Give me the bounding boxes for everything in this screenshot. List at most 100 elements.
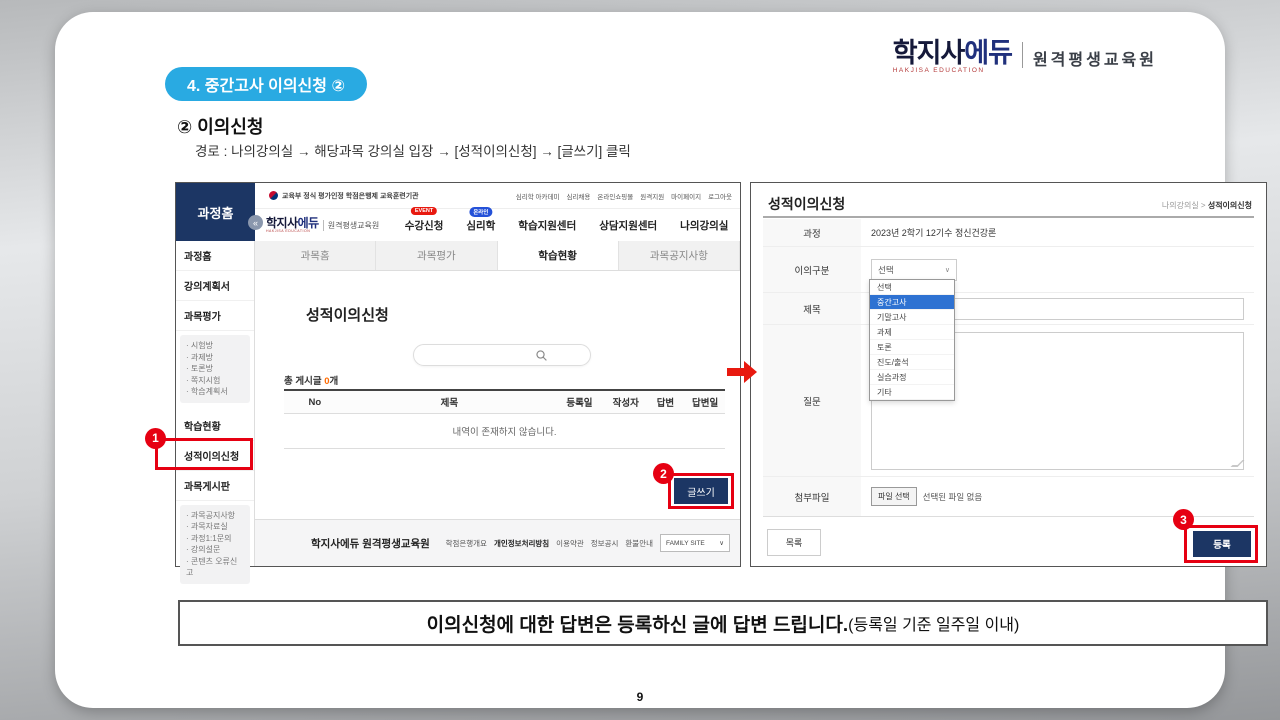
screenshot-board-list: 교육부 정식 평가인정 학점은행제 교육훈련기관 심리학 아카데미 심리채용 온…: [175, 182, 741, 567]
nav-item-learning-center[interactable]: 학습지원센터: [518, 218, 576, 233]
sidebar-sub-assignment[interactable]: · 과제방: [186, 352, 244, 364]
write-button[interactable]: 글쓰기: [674, 478, 728, 504]
breadcrumb: 나의강의실 > 성적이의신청: [1162, 200, 1252, 211]
empty-row: 내역이 존재하지 않습니다.: [284, 414, 725, 449]
resize-handle-icon[interactable]: [1231, 460, 1245, 467]
form-divider: [763, 216, 1254, 218]
footer-link-terms[interactable]: 이용약관: [556, 538, 584, 549]
option-etc[interactable]: 기타: [870, 385, 954, 400]
slide-card: 학지사에듀 HAKJISA EDUCATION 원격평생교육원 4. 중간고사 …: [55, 12, 1225, 708]
nav-item-my-classroom[interactable]: 나의강의실: [680, 218, 728, 233]
option-practice[interactable]: 실습과정: [870, 370, 954, 385]
sidebar-sub-content-error[interactable]: · 콘텐츠 오류신고: [186, 556, 244, 579]
col-writer: 작성자: [606, 395, 646, 409]
sidebar-sub-one-to-one[interactable]: · 과정1:1문의: [186, 533, 244, 545]
gov-emblem-icon: [269, 191, 278, 200]
answer-note-bold: 이의신청에 대한 답변은 등록하신 글에 답변 드립니다.: [427, 610, 849, 637]
gov-certification: 교육부 정식 평가인정 학점은행제 교육훈련기관: [269, 191, 419, 201]
footer-link-privacy[interactable]: 개인정보처리방침: [494, 538, 549, 549]
col-answer-date: 답변일: [685, 395, 725, 409]
nav-item-enroll[interactable]: EVENT수강신청: [405, 218, 444, 233]
slide-heading: ② 이의신청: [177, 113, 263, 139]
site-footer: 학지사에듀 원격평생교육원 학점은행개요 개인정보처리방침 이용약관 정보공시 …: [255, 519, 740, 566]
option-final[interactable]: 기말고사: [870, 310, 954, 325]
sidebar-sub-course-notice[interactable]: · 과목공지사항: [186, 510, 244, 522]
label-attachment: 첨부파일: [763, 477, 861, 516]
category-select[interactable]: 선택 ∨: [871, 259, 957, 281]
course-home-header[interactable]: 과정홈: [176, 183, 255, 241]
footer-link-credit-bank[interactable]: 학점은행개요: [446, 538, 487, 549]
sidebar-section-board[interactable]: 과목게시판: [176, 471, 254, 501]
sidebar-sub-quiz[interactable]: · 쪽지시험: [186, 375, 244, 387]
util-link-remote[interactable]: 원격지원: [640, 191, 664, 201]
sidebar-section-evaluation[interactable]: 과목평가: [176, 301, 254, 331]
form-row-course: 과정 2023년 2학기 12기수 정신건강론: [763, 219, 1254, 247]
util-link-mypage[interactable]: 마이페이지: [671, 191, 701, 201]
label-question: 질문: [763, 325, 861, 476]
screenshot-appeal-form: 성적이의신청 나의강의실 > 성적이의신청 과정 2023년 2학기 12기수 …: [750, 182, 1267, 567]
category-dropdown: 선택 중간고사 기말고사 과제 토론 진도/출석 실습과정 기타: [869, 279, 955, 401]
hakjisa-logo: 학지사에듀 HAKJISA EDUCATION 원격평생교육원: [893, 40, 1157, 74]
col-answer: 답변: [646, 395, 686, 409]
search-input[interactable]: [413, 344, 591, 366]
utility-links: 심리학 아카데미 심리채용 온라인쇼핑몰 원격지원 마이페이지 로그아웃: [516, 191, 732, 201]
logo-subtext: HAKJISA EDUCATION: [893, 67, 1012, 74]
step1-marker: 1: [145, 428, 166, 449]
family-site-select[interactable]: FAMILY SITE ∨: [660, 534, 730, 552]
option-midterm[interactable]: 중간고사: [870, 295, 954, 310]
board-content: 성적이의신청 총 게시글 0개 No 제목 등록일 작성자 답변 답변일 내역이…: [255, 271, 740, 519]
sidebar-sub-discussion[interactable]: · 토론방: [186, 363, 244, 375]
util-link-shop[interactable]: 온라인쇼핑몰: [597, 191, 633, 201]
utility-bar: 교육부 정식 평가인정 학점은행제 교육훈련기관 심리학 아카데미 심리채용 온…: [255, 183, 740, 209]
tab-learning-status[interactable]: 학습현황: [498, 241, 619, 270]
footer-link-refund[interactable]: 환불안내: [625, 538, 653, 549]
sidebar-item-course-home[interactable]: 과정홈: [176, 241, 254, 271]
slide-path-text: 경로 : 나의강의실 → 해당과목 강의실 입장 → [성적이의신청] → [글…: [195, 140, 631, 160]
label-course: 과정: [763, 219, 861, 246]
submit-button[interactable]: 등록: [1193, 531, 1251, 557]
flow-arrow-icon: [727, 361, 757, 383]
sidebar-item-syllabus[interactable]: 강의계획서: [176, 271, 254, 301]
gov-text: 교육부 정식 평가인정 학점은행제 교육훈련기관: [282, 191, 419, 201]
sidebar-sub-study-plan[interactable]: · 학습계획서: [186, 386, 244, 398]
nav-item-counsel-center[interactable]: 상담지원센터: [599, 218, 657, 233]
file-select-button[interactable]: 파일 선택: [871, 487, 917, 506]
util-link-academy[interactable]: 심리학 아카데미: [516, 191, 560, 201]
sidebar-board-subs: · 과목공지사항 · 과목자료실 · 과정1:1문의 · 강의설문 · 콘텐츠 …: [180, 505, 250, 584]
tab-course-notice[interactable]: 과목공지사항: [619, 241, 740, 270]
global-nav: 학지사에듀 HAKJISA EDUCATION 원격평생교육원 EVENT수강신…: [266, 209, 740, 241]
option-discussion[interactable]: 토론: [870, 340, 954, 355]
option-select[interactable]: 선택: [870, 280, 954, 295]
gnb-logo-name: 학지사: [266, 216, 298, 230]
breadcrumb-current: 성적이의신청: [1208, 201, 1252, 210]
gnb-logo[interactable]: 학지사에듀 HAKJISA EDUCATION 원격평생교육원: [266, 218, 379, 233]
answer-note-normal: (등록일 기준 일주일 이내): [848, 611, 1019, 635]
list-button[interactable]: 목록: [767, 529, 821, 556]
sidebar-item-grade-appeal[interactable]: 성적이의신청 1: [176, 441, 254, 471]
sidebar-sub-lecture-survey[interactable]: · 강의설문: [186, 544, 244, 556]
sidebar-item-learning-status[interactable]: 학습현황: [176, 411, 254, 441]
grade-appeal-label: 성적이의신청: [184, 452, 239, 463]
board-title: 성적이의신청: [306, 304, 389, 325]
footer-link-disclosure[interactable]: 정보공시: [591, 538, 619, 549]
file-none-text: 선택된 파일 없음: [923, 491, 982, 503]
option-progress[interactable]: 진도/출석: [870, 355, 954, 370]
sidebar-sub-course-data[interactable]: · 과목자료실: [186, 521, 244, 533]
util-link-psy[interactable]: 심리채용: [566, 191, 590, 201]
breadcrumb-parent[interactable]: 나의강의실: [1162, 201, 1199, 210]
tab-course-eval[interactable]: 과목평가: [376, 241, 497, 270]
collapse-sidebar-icon[interactable]: «: [248, 215, 263, 230]
board-table-header: No 제목 등록일 작성자 답변 답변일: [284, 389, 725, 414]
form-row-subject: 제목: [763, 293, 1254, 325]
col-regdate: 등록일: [553, 395, 606, 409]
search-icon: [535, 349, 548, 362]
nav-item-psychology[interactable]: 온라인심리학: [466, 218, 495, 233]
form-title: 성적이의신청: [768, 194, 845, 214]
page-number: 9: [55, 690, 1225, 704]
sidebar-sub-exam[interactable]: · 시험방: [186, 340, 244, 352]
option-assignment[interactable]: 과제: [870, 325, 954, 340]
util-link-logout[interactable]: 로그아웃: [708, 191, 732, 201]
gnb-logo-edu: 에듀: [298, 216, 319, 230]
logo-name: 학지사: [893, 38, 965, 68]
tab-course-home[interactable]: 과목홈: [255, 241, 376, 270]
